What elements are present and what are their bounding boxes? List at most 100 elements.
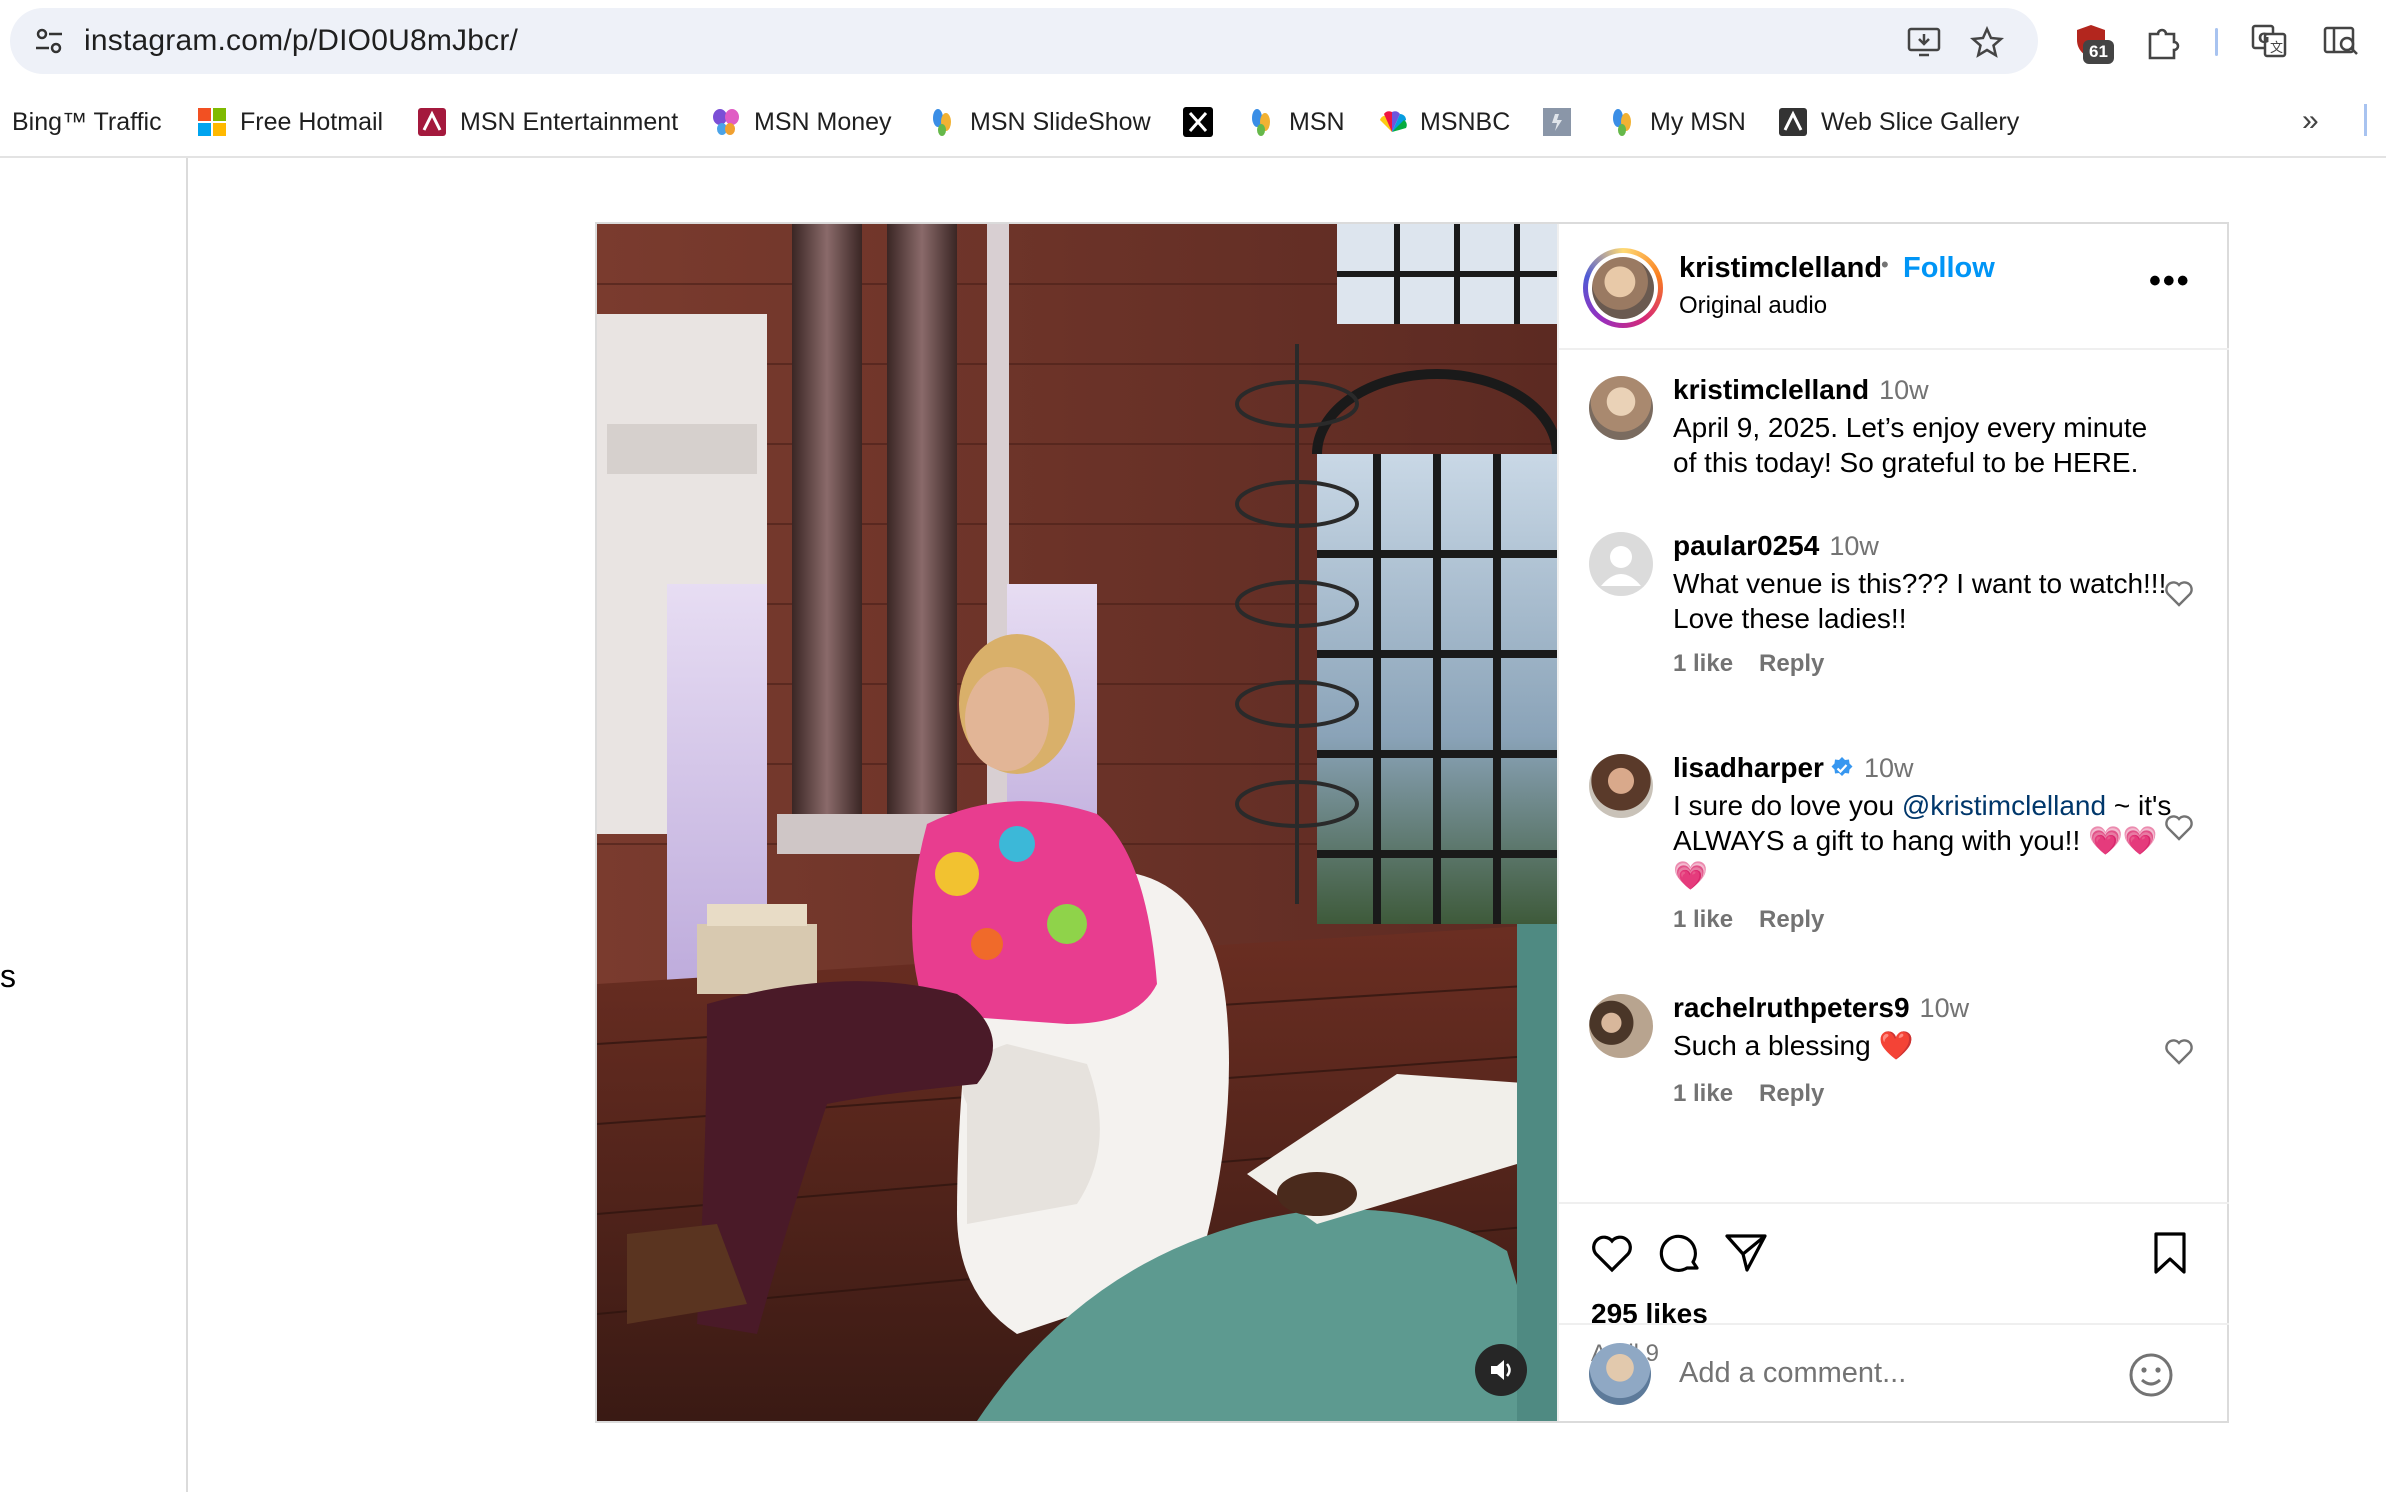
bookmark-label: My MSN <box>1650 107 1746 136</box>
bookmarks-separator <box>2364 104 2367 136</box>
post-header: kristimclelland • Follow Original audio … <box>1559 224 2229 350</box>
username-text[interactable]: paular0254 <box>1673 530 1819 561</box>
bookmark-label: MSN SlideShow <box>970 107 1151 136</box>
url-text[interactable]: instagram.com/p/DIO0U8mJbcr/ <box>84 24 518 58</box>
bookmark-label: Bing™ Traffic <box>12 107 162 136</box>
add-comment-row: Add a comment... <box>1559 1323 2229 1419</box>
chrome-divider <box>0 156 2386 158</box>
emoji-picker-icon[interactable] <box>2127 1351 2175 1399</box>
audio-link[interactable]: Original audio <box>1679 292 1827 320</box>
author-username[interactable]: kristimclelland <box>1679 252 1882 285</box>
bookmark-label: MSNBC <box>1420 107 1511 136</box>
bookmark-generic[interactable] <box>1541 104 1585 140</box>
current-user-avatar <box>1589 1343 1651 1405</box>
comment-username[interactable]: paular0254 10w <box>1673 530 1879 562</box>
extensions-puzzle-icon[interactable] <box>2144 22 2182 60</box>
msn-butterfly-icon <box>1252 109 1270 136</box>
like-heart-icon[interactable] <box>1589 1230 1635 1276</box>
caption-username[interactable]: kristimclelland 10w <box>1673 374 1929 406</box>
mute-toggle-button[interactable] <box>1475 1344 1527 1396</box>
avatar[interactable] <box>1589 754 1653 818</box>
comment-time[interactable]: 10w <box>1920 993 1970 1023</box>
mention-link[interactable]: @kristimclelland <box>1902 790 2106 821</box>
heart-icon[interactable] <box>2163 812 2195 842</box>
extension-badge: 61 <box>2083 40 2114 64</box>
post-modal: kristimclelland • Follow Original audio … <box>595 222 2229 1423</box>
comment-meta: 1 like Reply <box>1673 1080 1850 1108</box>
follow-button[interactable]: Follow <box>1903 252 1995 285</box>
comments-list[interactable]: kristimclelland 10w April 9, 2025. Let’s … <box>1559 352 2229 1330</box>
comment-text: What venue is this??? I want to watch!!!… <box>1673 568 2167 634</box>
save-bookmark-icon[interactable] <box>2147 1230 2193 1276</box>
left-navigation-rail: s <box>0 158 188 1492</box>
avatar[interactable] <box>1589 376 1653 440</box>
msn-entertainment-icon <box>418 108 446 136</box>
generic-page-icon <box>1543 108 1571 136</box>
username-text[interactable]: lisadharper <box>1673 752 1824 783</box>
more-options-icon[interactable]: ••• <box>2149 262 2191 301</box>
msn-butterfly-icon <box>713 109 739 135</box>
bookmarks-bar: Bing™ Traffic Free Hotmail MSN Entertain… <box>0 92 2386 152</box>
author-avatar <box>1592 257 1654 319</box>
heart-icon[interactable] <box>2163 578 2195 608</box>
x-logo-icon <box>1183 107 1213 137</box>
default-user-icon <box>1601 546 1641 586</box>
bookmark-label: Free Hotmail <box>240 107 384 136</box>
comment-text: I sure do love you @kristimclelland ~ it… <box>1673 788 2173 893</box>
bookmark-msn[interactable]: MSN <box>1245 104 1345 140</box>
bookmark-bing-traffic[interactable]: Bing™ Traffic <box>0 104 162 140</box>
bookmark-label: MSN Entertainment <box>460 107 679 136</box>
bookmark-msn-slideshow[interactable]: MSN SlideShow <box>926 104 1151 140</box>
comment-time[interactable]: 10w <box>1829 531 1879 561</box>
web-slice-icon <box>1779 108 1807 136</box>
reply-button[interactable]: Reply <box>1759 906 1824 933</box>
post-side-panel: kristimclelland • Follow Original audio … <box>1557 224 2229 1421</box>
heart-icon[interactable] <box>2163 1036 2195 1066</box>
bookmark-star-icon[interactable] <box>1970 26 2004 58</box>
more-bookmarks-chevron-icon[interactable]: » <box>2302 104 2319 138</box>
bookmark-label: MSN Money <box>754 107 892 136</box>
post-video[interactable] <box>597 224 1557 1421</box>
comment-username[interactable]: lisadharper 10w <box>1673 752 1913 784</box>
comment-bubble-icon[interactable] <box>1657 1230 1703 1276</box>
avatar[interactable] <box>1589 994 1653 1058</box>
add-comment-input[interactable]: Add a comment... <box>1679 1357 1906 1390</box>
address-bar[interactable]: instagram.com/p/DIO0U8mJbcr/ <box>10 8 2038 74</box>
msn-butterfly-icon <box>933 109 951 136</box>
side-panel-search-icon[interactable] <box>2322 22 2360 60</box>
bookmark-msnbc[interactable]: MSNBC <box>1376 104 1510 140</box>
comment-text-part: I sure do love you <box>1673 790 1902 821</box>
author-story-ring[interactable] <box>1583 248 1663 328</box>
comment-like-count[interactable]: 1 like <box>1673 650 1733 677</box>
nbc-peacock-icon <box>1380 111 1407 132</box>
share-send-icon[interactable] <box>1723 1230 1769 1276</box>
video-frame-illustration <box>597 224 1557 1421</box>
svg-text:文: 文 <box>2270 41 2283 56</box>
msn-butterfly-icon <box>1613 109 1631 136</box>
bookmark-web-slice-gallery[interactable]: Web Slice Gallery <box>1777 104 2019 140</box>
comment-like-count[interactable]: 1 like <box>1673 906 1733 933</box>
comment-username[interactable]: rachelruthpeters9 10w <box>1673 992 1969 1024</box>
bookmark-x[interactable] <box>1182 104 1226 140</box>
reply-button[interactable]: Reply <box>1759 650 1824 677</box>
reply-button[interactable]: Reply <box>1759 1080 1824 1107</box>
browser-toolbar: instagram.com/p/DIO0U8mJbcr/ 61 G 文 <box>0 0 2386 82</box>
comment-like-count[interactable]: 1 like <box>1673 1080 1733 1107</box>
username-text[interactable]: kristimclelland <box>1673 374 1869 405</box>
comment-time[interactable]: 10w <box>1864 753 1914 783</box>
bookmark-my-msn[interactable]: My MSN <box>1606 104 1746 140</box>
bookmark-msn-money[interactable]: MSN Money <box>710 104 892 140</box>
comment-text: Such a blessing ❤️ <box>1673 1030 1914 1061</box>
caption-time[interactable]: 10w <box>1879 375 1929 405</box>
avatar[interactable] <box>1589 532 1653 596</box>
nav-label-cut-off[interactable]: s <box>0 958 16 995</box>
bookmark-free-hotmail[interactable]: Free Hotmail <box>196 104 383 140</box>
username-text[interactable]: rachelruthpeters9 <box>1673 992 1910 1023</box>
speaker-icon <box>1491 1360 1511 1380</box>
caption-text: April 9, 2025. Let’s enjoy every minute … <box>1673 412 2148 478</box>
install-app-icon[interactable] <box>1907 26 1941 58</box>
bookmark-msn-entertainment[interactable]: MSN Entertainment <box>416 104 678 140</box>
comment-meta: 1 like Reply <box>1673 650 1850 678</box>
site-info-icon[interactable] <box>34 27 64 55</box>
translate-icon[interactable]: G 文 <box>2250 22 2288 60</box>
